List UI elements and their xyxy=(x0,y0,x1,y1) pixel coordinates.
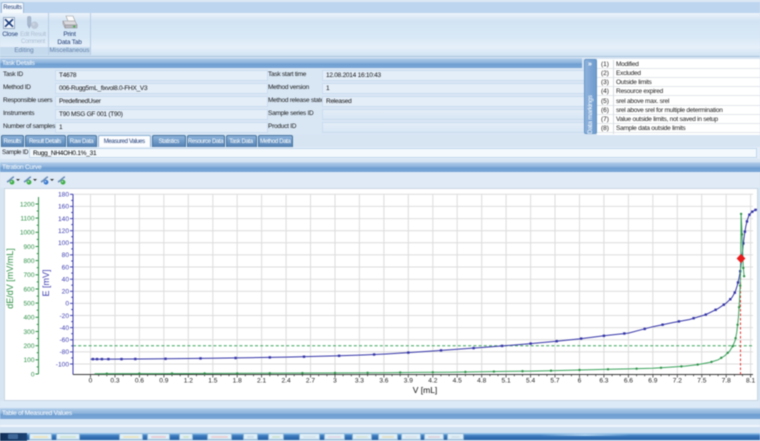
svg-text:-80: -80 xyxy=(59,349,69,356)
svg-text:300: 300 xyxy=(23,329,34,336)
svg-text:160: 160 xyxy=(58,204,69,211)
svg-text:20: 20 xyxy=(62,289,70,296)
svg-text:100: 100 xyxy=(58,240,69,247)
svg-text:5.7: 5.7 xyxy=(550,378,559,385)
svg-text:1.2: 1.2 xyxy=(184,378,193,385)
svg-text:3.3: 3.3 xyxy=(355,378,364,385)
svg-text:600: 600 xyxy=(23,286,34,293)
svg-text:6.3: 6.3 xyxy=(599,378,608,385)
svg-text:6: 6 xyxy=(578,378,582,385)
svg-text:6.6: 6.6 xyxy=(624,378,633,385)
svg-text:3.6: 3.6 xyxy=(379,378,388,385)
svg-text:0: 0 xyxy=(65,301,69,308)
svg-text:2.4: 2.4 xyxy=(282,378,291,385)
svg-text:V [mL]: V [mL] xyxy=(413,385,438,395)
svg-text:40: 40 xyxy=(62,277,70,284)
svg-text:0.3: 0.3 xyxy=(110,378,119,385)
svg-text:-60: -60 xyxy=(59,337,69,344)
svg-text:5.1: 5.1 xyxy=(502,378,511,385)
svg-text:200: 200 xyxy=(23,343,34,350)
svg-text:100: 100 xyxy=(23,357,34,364)
svg-text:4.8: 4.8 xyxy=(477,378,486,385)
svg-text:1.8: 1.8 xyxy=(233,378,242,385)
svg-text:60: 60 xyxy=(62,264,70,271)
svg-text:2.7: 2.7 xyxy=(306,378,315,385)
svg-text:E [mV]: E [mV] xyxy=(41,269,51,296)
svg-text:1000: 1000 xyxy=(20,230,35,237)
svg-text:4.5: 4.5 xyxy=(453,378,462,385)
svg-text:8.1: 8.1 xyxy=(746,378,755,385)
svg-text:900: 900 xyxy=(23,244,34,251)
svg-text:-20: -20 xyxy=(59,313,69,320)
svg-text:2.1: 2.1 xyxy=(257,378,266,385)
svg-text:120: 120 xyxy=(58,228,69,235)
svg-text:140: 140 xyxy=(58,216,69,223)
svg-text:0.6: 0.6 xyxy=(135,378,144,385)
svg-text:0.9: 0.9 xyxy=(159,378,168,385)
svg-text:7.5: 7.5 xyxy=(697,378,706,385)
svg-text:700: 700 xyxy=(23,272,34,279)
svg-text:5.4: 5.4 xyxy=(526,378,535,385)
svg-text:3: 3 xyxy=(333,378,337,385)
svg-text:800: 800 xyxy=(23,258,34,265)
svg-text:7.2: 7.2 xyxy=(673,378,682,385)
svg-text:-40: -40 xyxy=(59,325,69,332)
svg-text:180: 180 xyxy=(58,192,69,199)
svg-text:400: 400 xyxy=(23,315,34,322)
svg-text:80: 80 xyxy=(62,252,70,259)
svg-text:500: 500 xyxy=(23,300,34,307)
svg-text:4.2: 4.2 xyxy=(428,378,437,385)
svg-text:7.8: 7.8 xyxy=(722,378,731,385)
svg-text:1100: 1100 xyxy=(20,215,35,222)
svg-text:1.5: 1.5 xyxy=(208,378,217,385)
svg-text:-100: -100 xyxy=(56,361,70,368)
svg-text:dE/dV [mV/mL]: dE/dV [mV/mL] xyxy=(5,248,15,309)
svg-text:0: 0 xyxy=(31,371,35,378)
svg-text:3.9: 3.9 xyxy=(404,378,413,385)
svg-text:6.9: 6.9 xyxy=(648,378,657,385)
svg-text:0: 0 xyxy=(89,378,93,385)
svg-text:1200: 1200 xyxy=(20,201,35,208)
